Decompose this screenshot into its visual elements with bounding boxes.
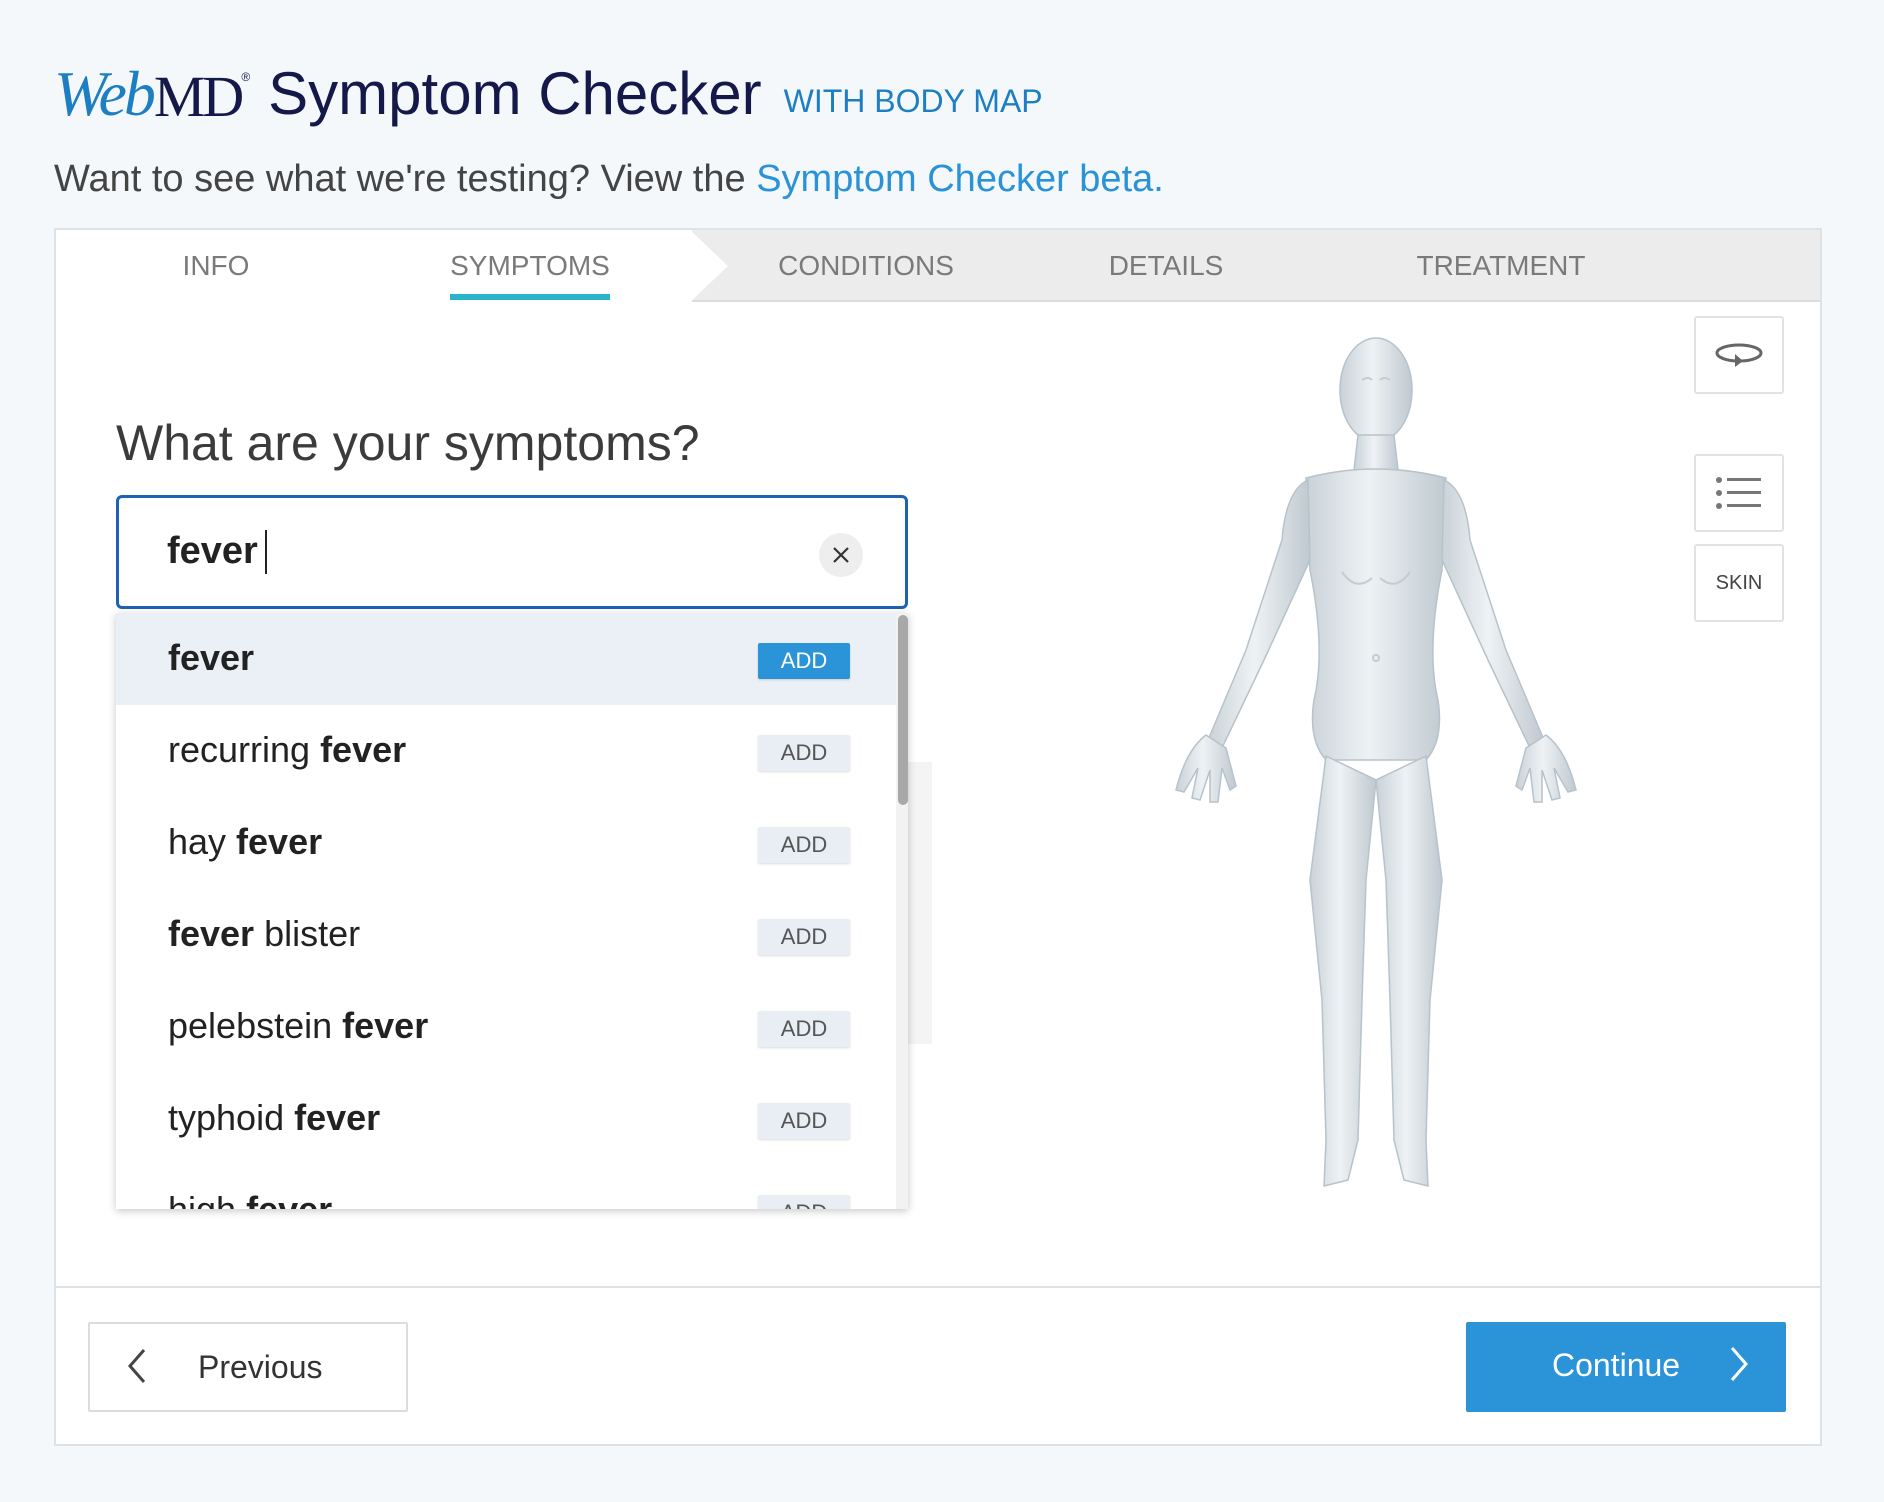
continue-label: Continue [1552, 1347, 1681, 1383]
suggestion-label: high fever [168, 1189, 332, 1209]
search-value: fever [167, 530, 258, 572]
body-map-figure[interactable] [1126, 320, 1626, 1250]
previous-button[interactable]: Previous [88, 1322, 408, 1412]
chevron-left-icon [128, 1349, 146, 1383]
suggestion-item[interactable]: pelebstein fever ADD [116, 981, 896, 1073]
body-left-leg[interactable] [1309, 754, 1377, 1187]
chevron-right-icon [1730, 1347, 1748, 1381]
skin-view-button[interactable]: SKIN [1694, 544, 1784, 622]
logo-md-text: MD [153, 64, 244, 129]
add-button[interactable]: ADD [758, 643, 850, 679]
clear-search-button[interactable] [819, 533, 863, 577]
suggestion-label: hay fever [168, 821, 323, 862]
suggestion-label: fever [168, 637, 255, 678]
symptom-search-input[interactable]: fever [116, 495, 908, 609]
progress-steps: INFO SYMPTOMS CONDITIONS DETAILS TREATME… [56, 230, 1820, 302]
continue-button[interactable]: Continue [1466, 1322, 1786, 1412]
symptom-checker-card: INFO SYMPTOMS CONDITIONS DETAILS TREATME… [54, 228, 1822, 1446]
add-button[interactable]: ADD [758, 1195, 850, 1209]
step-symptoms-label: SYMPTOMS [450, 250, 610, 281]
suggestions-dropdown: fever ADD recurring fever ADD hay fever … [116, 613, 908, 1209]
clear-icon [833, 547, 849, 563]
rotate-icon [1715, 343, 1763, 367]
list-view-button[interactable] [1694, 454, 1784, 532]
body-left-arm[interactable] [1207, 478, 1311, 750]
body-right-arm[interactable] [1441, 478, 1545, 750]
add-button[interactable]: ADD [758, 1011, 850, 1047]
body-right-hand[interactable] [1515, 734, 1577, 803]
active-step-underline [450, 294, 610, 300]
app-tagline: WITH BODY MAP [783, 83, 1043, 119]
suggestion-label: recurring fever [168, 729, 407, 770]
symptoms-question: What are your symptoms? [116, 415, 700, 471]
webmd-logo[interactable]: Web MD ® [54, 62, 250, 126]
step-details[interactable]: DETAILS [1066, 230, 1266, 302]
step-conditions[interactable]: CONDITIONS [746, 230, 986, 302]
suggestion-item[interactable]: hay fever ADD [116, 797, 896, 889]
add-button[interactable]: ADD [758, 735, 850, 771]
body-neck[interactable] [1353, 434, 1399, 471]
beta-promo: Want to see what we're testing? View the… [54, 158, 1854, 201]
body-left-hand[interactable] [1175, 734, 1237, 803]
page-header: Web MD ® Symptom Checker WITH BODY MAP W… [54, 54, 1854, 201]
dropdown-scroll-thumb[interactable] [898, 615, 908, 805]
suggestion-label: typhoid fever [168, 1097, 381, 1138]
logo-web-text: Web [54, 58, 156, 129]
body-right-leg[interactable] [1375, 754, 1443, 1187]
suggestion-label: fever blister [168, 913, 361, 954]
body-head[interactable] [1339, 337, 1413, 443]
add-button[interactable]: ADD [758, 1103, 850, 1139]
previous-label: Previous [198, 1349, 323, 1385]
add-button[interactable]: ADD [758, 919, 850, 955]
suggestion-item[interactable]: high fever ADD [116, 1165, 896, 1209]
text-caret [265, 530, 267, 574]
step-symptoms[interactable]: SYMPTOMS [450, 230, 610, 302]
step-treatment[interactable]: TREATMENT [1376, 230, 1626, 302]
beta-link[interactable]: Symptom Checker beta. [756, 158, 1164, 200]
rotate-view-button[interactable] [1694, 316, 1784, 394]
step-arrow [690, 230, 728, 302]
suggestion-label: pelebstein fever [168, 1005, 429, 1046]
skin-label: SKIN [1715, 571, 1763, 594]
beta-promo-text: Want to see what we're testing? View the [54, 158, 746, 200]
suggestion-item[interactable]: fever ADD [116, 613, 896, 705]
logo-registered-mark: ® [241, 70, 251, 84]
footer-divider [56, 1286, 1820, 1288]
add-button[interactable]: ADD [758, 827, 850, 863]
suggestion-item[interactable]: fever blister ADD [116, 889, 896, 981]
list-icon [1716, 477, 1761, 509]
body-torso[interactable] [1305, 468, 1447, 761]
step-info[interactable]: INFO [106, 230, 326, 302]
suggestion-item[interactable]: typhoid fever ADD [116, 1073, 896, 1165]
suggestion-item[interactable]: recurring fever ADD [116, 705, 896, 797]
app-title: Symptom Checker [268, 60, 762, 127]
